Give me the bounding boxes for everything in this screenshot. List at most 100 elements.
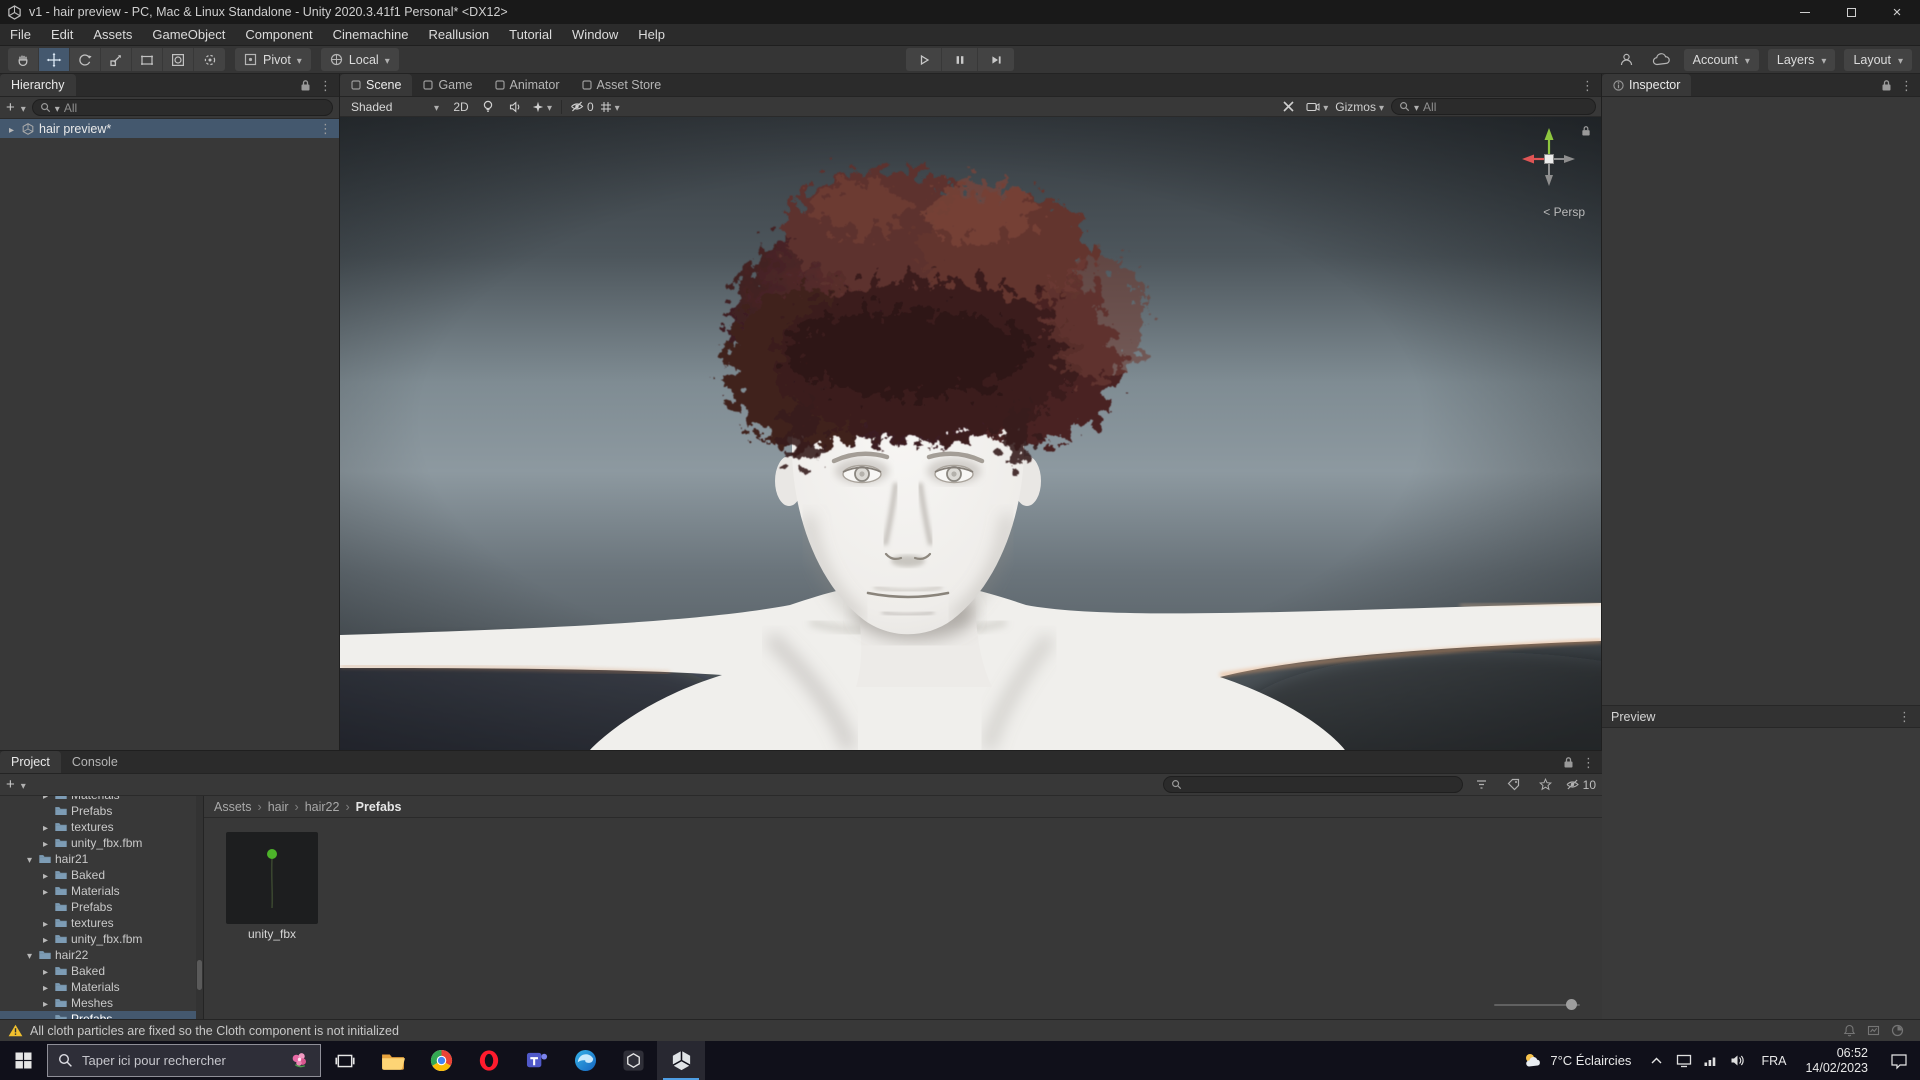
scene-3d-render[interactable]: [340, 117, 1601, 750]
breadcrumb-item[interactable]: Assets: [214, 800, 252, 814]
menu-item[interactable]: Component: [235, 24, 322, 45]
projection-mode-label[interactable]: < Persp: [1543, 205, 1585, 219]
taskbar-weather-widget[interactable]: 7°C Éclaircies: [1511, 1041, 1643, 1080]
progress-icon[interactable]: [1891, 1024, 1904, 1037]
tab-hierarchy[interactable]: Hierarchy: [0, 74, 76, 96]
scene-search[interactable]: [1391, 98, 1596, 115]
rect-tool-button[interactable]: [132, 48, 163, 71]
asset-item[interactable]: unity_fbx: [224, 832, 320, 941]
folder-tree-row[interactable]: Prefabs: [0, 899, 203, 915]
scene-row[interactable]: hair preview*: [0, 119, 339, 138]
preview-header[interactable]: Preview: [1602, 705, 1920, 728]
scene-tools-toggle[interactable]: [1277, 98, 1299, 115]
expand-arrow-icon[interactable]: [24, 948, 35, 962]
taskbar-app-teams[interactable]: [513, 1041, 561, 1080]
taskbar-app-edge[interactable]: [561, 1041, 609, 1080]
breadcrumb-item[interactable]: hair22: [289, 800, 340, 814]
scale-tool-button[interactable]: [101, 48, 132, 71]
folder-tree-row[interactable]: hair21: [0, 851, 203, 867]
rotate-tool-button[interactable]: [70, 48, 101, 71]
layers-dropdown[interactable]: Layers: [1767, 48, 1836, 71]
kebab-menu-icon[interactable]: [1581, 78, 1594, 93]
breadcrumb-item[interactable]: Prefabs: [339, 800, 402, 814]
pause-button[interactable]: [942, 48, 978, 71]
lock-icon[interactable]: [1563, 756, 1574, 769]
scene-effects-dropdown[interactable]: [531, 98, 553, 115]
expand-arrow-icon[interactable]: [6, 122, 17, 136]
expand-arrow-icon[interactable]: [40, 796, 51, 802]
project-panel-tab[interactable]: Project: [0, 751, 61, 773]
taskbar-app-unity-editor[interactable]: [657, 1041, 705, 1080]
collab-icon[interactable]: [1614, 48, 1640, 71]
taskbar-app-chrome[interactable]: [417, 1041, 465, 1080]
menu-item[interactable]: Assets: [83, 24, 142, 45]
folder-tree-row[interactable]: unity_fbx.fbm: [0, 931, 203, 947]
folder-tree-row[interactable]: textures: [0, 819, 203, 835]
create-object-button[interactable]: [6, 100, 15, 115]
project-search[interactable]: [1162, 776, 1463, 793]
expand-arrow-icon[interactable]: [40, 932, 51, 946]
scene-view-tab[interactable]: Scene: [340, 74, 413, 96]
create-asset-button[interactable]: [6, 777, 15, 792]
search-filter-caret-icon[interactable]: [55, 100, 60, 115]
hand-tool-button[interactable]: [8, 48, 39, 71]
custom-tools-button[interactable]: [194, 48, 225, 71]
scene-search-input[interactable]: [1423, 99, 1588, 114]
start-button[interactable]: [0, 1041, 47, 1080]
menu-item[interactable]: File: [0, 24, 41, 45]
scene-view-tab[interactable]: Game: [412, 74, 483, 96]
hidden-packages-toggle[interactable]: 10: [1565, 778, 1596, 792]
expand-arrow-icon[interactable]: [40, 884, 51, 898]
search-highlights-flower-icon[interactable]: [289, 1050, 310, 1071]
search-by-type-icon[interactable]: [1469, 773, 1495, 796]
kebab-menu-icon[interactable]: [1898, 710, 1911, 724]
folder-tree-row[interactable]: Materials: [0, 883, 203, 899]
thumbnail-zoom-slider[interactable]: [1494, 999, 1580, 1011]
expand-arrow-icon[interactable]: [40, 980, 51, 994]
scene-visibility-toggle[interactable]: 0: [570, 98, 594, 115]
network-icon[interactable]: [1703, 1054, 1719, 1067]
scene-lighting-toggle[interactable]: [477, 98, 499, 115]
project-search-input[interactable]: [1185, 777, 1455, 792]
scene-camera-dropdown[interactable]: [1306, 98, 1328, 115]
kebab-menu-icon[interactable]: [1900, 78, 1913, 93]
scene-view-tab[interactable]: Animator: [484, 74, 571, 96]
expand-arrow-icon[interactable]: [40, 964, 51, 978]
kebab-menu-icon[interactable]: [319, 122, 339, 136]
notifications-icon[interactable]: [1843, 1024, 1856, 1037]
menu-item[interactable]: Window: [562, 24, 628, 45]
breadcrumb-item[interactable]: hair: [252, 800, 289, 814]
menu-item[interactable]: Help: [628, 24, 675, 45]
menu-item[interactable]: Edit: [41, 24, 83, 45]
action-center-button[interactable]: [1878, 1041, 1920, 1080]
folder-tree-row[interactable]: Materials: [0, 796, 203, 803]
status-bar[interactable]: All cloth particles are fixed so the Clo…: [0, 1019, 1920, 1041]
folder-tree-row[interactable]: Baked: [0, 867, 203, 883]
expand-arrow-icon[interactable]: [40, 916, 51, 930]
status-message[interactable]: All cloth particles are fixed so the Clo…: [30, 1024, 399, 1038]
expand-arrow-icon[interactable]: [40, 868, 51, 882]
language-indicator[interactable]: FRA: [1752, 1041, 1795, 1080]
expand-arrow-icon[interactable]: [40, 996, 51, 1010]
activity-icon[interactable]: [1867, 1024, 1880, 1037]
hierarchy-search[interactable]: [31, 99, 333, 116]
minimize-button[interactable]: [1782, 0, 1828, 24]
chevron-down-icon[interactable]: [21, 777, 26, 792]
taskbar-search[interactable]: Taper ici pour rechercher: [47, 1044, 321, 1077]
shading-mode-dropdown[interactable]: Shaded: [345, 98, 445, 115]
asset-grid[interactable]: unity_fbx: [204, 818, 1602, 1019]
taskbar-clock[interactable]: 06:52 14/02/2023: [1795, 1041, 1878, 1080]
folder-tree-row[interactable]: Baked: [0, 963, 203, 979]
scrollbar-thumb[interactable]: [197, 960, 202, 990]
volume-icon[interactable]: [1730, 1054, 1745, 1067]
display-icon[interactable]: [1676, 1054, 1692, 1068]
gizmos-dropdown[interactable]: Gizmos: [1335, 98, 1384, 115]
step-button[interactable]: [978, 48, 1014, 71]
tray-expand-button[interactable]: [1643, 1041, 1669, 1080]
2d-toggle[interactable]: 2D: [450, 98, 472, 115]
folder-tree-row[interactable]: Meshes: [0, 995, 203, 1011]
local-toggle[interactable]: Local: [320, 48, 399, 71]
layout-dropdown[interactable]: Layout: [1844, 48, 1912, 71]
lock-icon[interactable]: [300, 79, 311, 92]
folder-tree-row[interactable]: hair22: [0, 947, 203, 963]
